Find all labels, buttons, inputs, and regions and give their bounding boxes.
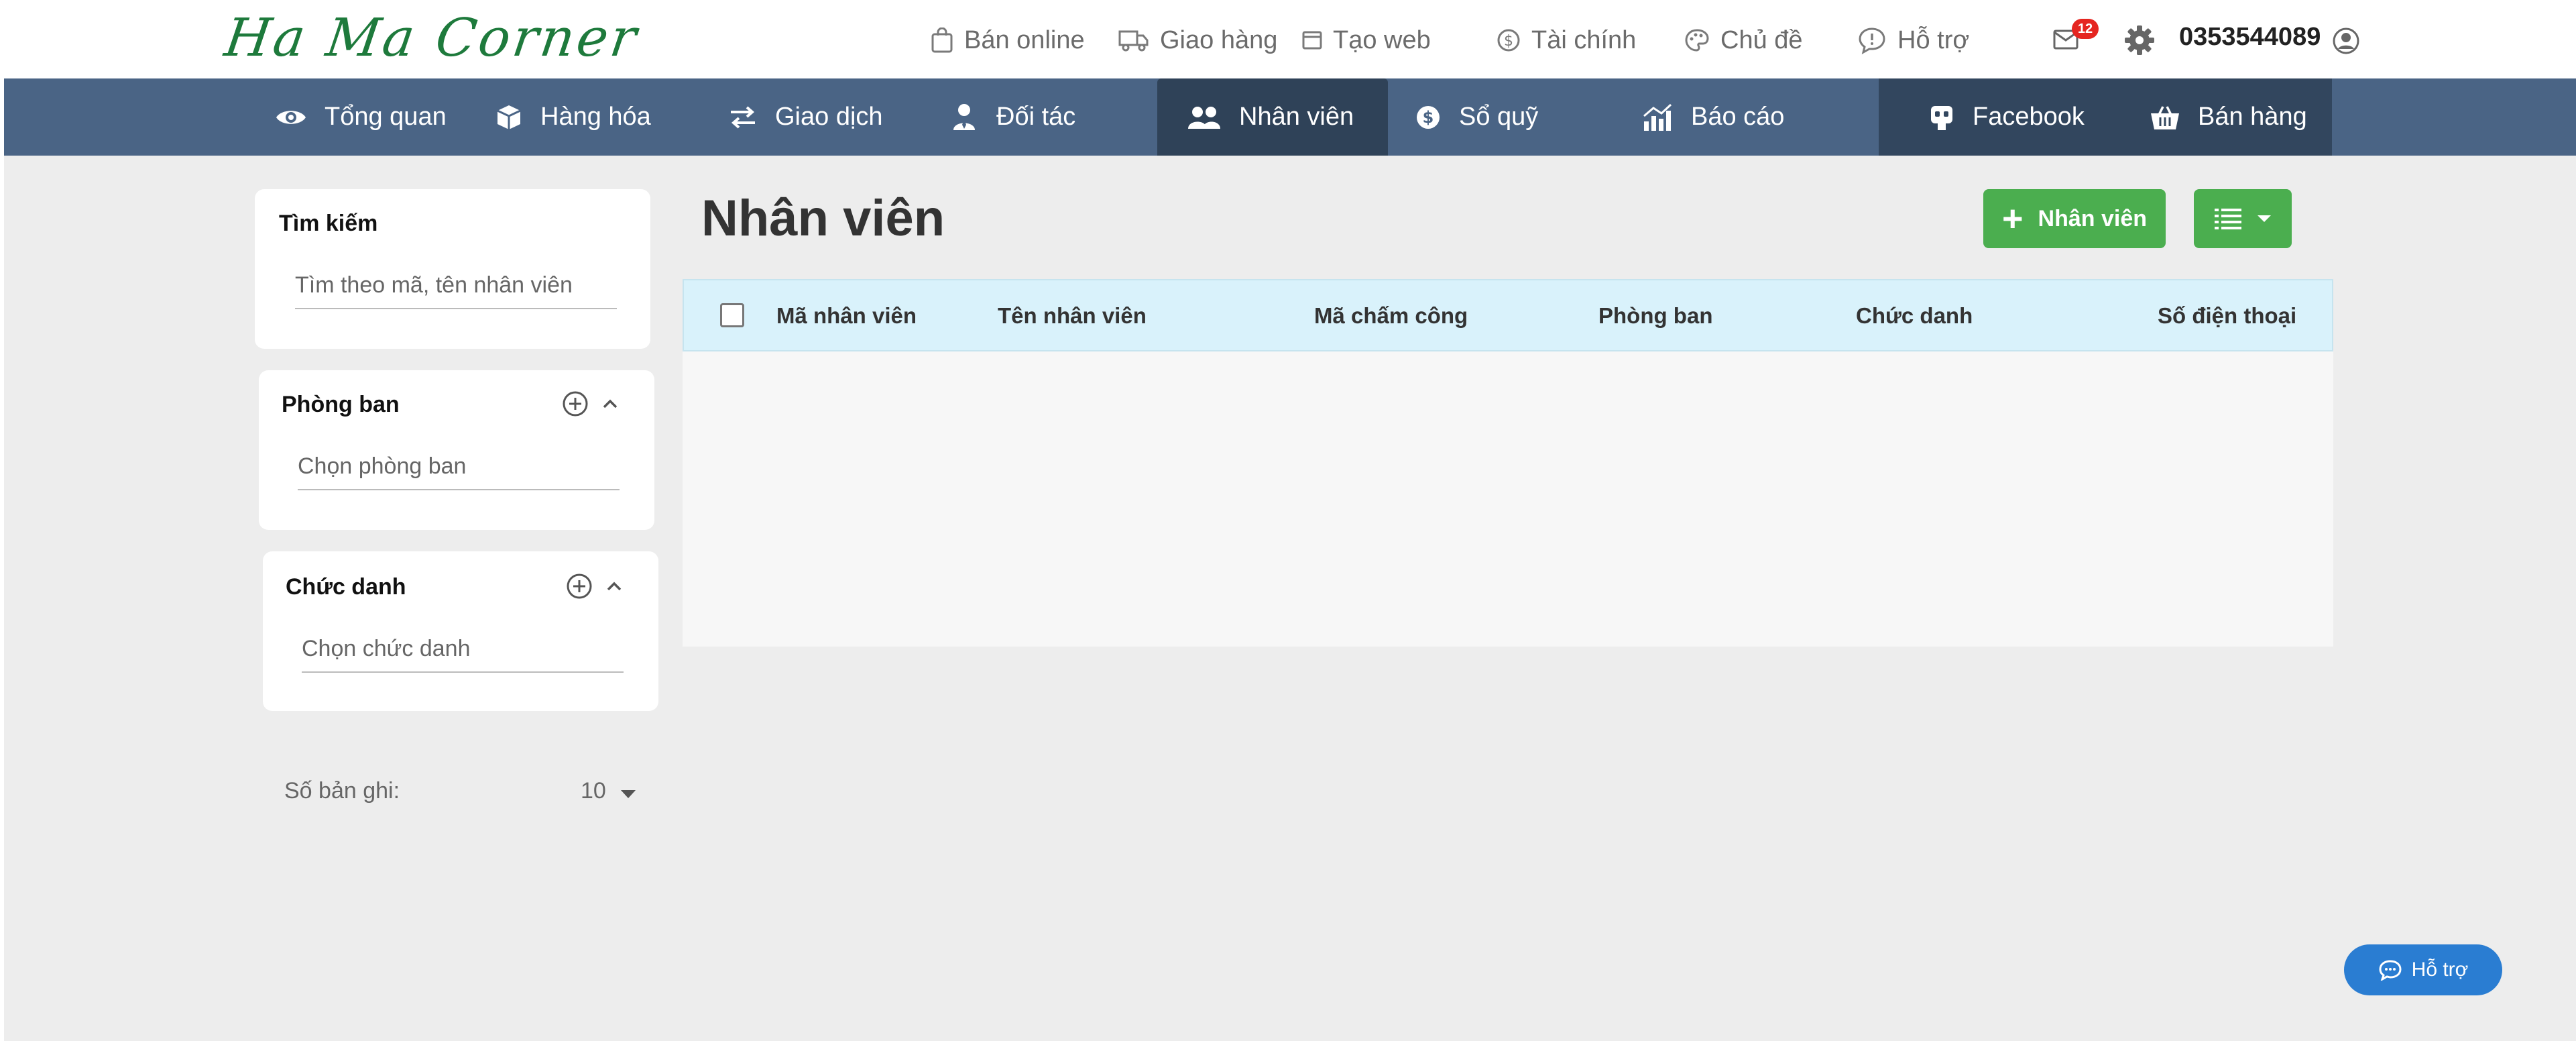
nav-label: Hàng hóa bbox=[540, 103, 651, 131]
top-link-label: Tài chính bbox=[1531, 25, 1637, 54]
nav-label: Giao dịch bbox=[775, 103, 883, 131]
department-card-title: Phòng ban bbox=[282, 392, 400, 417]
top-link-giao-hang[interactable]: Giao hàng bbox=[1118, 23, 1277, 58]
nav-giao-dich[interactable]: Giao dịch bbox=[728, 78, 883, 156]
column-chuc-danh[interactable]: Chức danh bbox=[1856, 303, 1973, 329]
partner-user-icon bbox=[953, 103, 975, 130]
bar-chart-icon bbox=[1643, 103, 1672, 131]
position-select[interactable]: Chọn chức danh bbox=[302, 636, 624, 673]
nav-hang-hoa[interactable]: Hàng hóa bbox=[495, 78, 651, 156]
mail-button[interactable]: 12 bbox=[2053, 19, 2099, 55]
gear-icon[interactable] bbox=[2123, 24, 2156, 56]
chat-alert-icon bbox=[1859, 28, 1885, 54]
select-all-checkbox[interactable] bbox=[720, 303, 744, 327]
main-content: Tìm kiếm Tìm theo mã, tên nhân viên Phòn… bbox=[4, 156, 2576, 1041]
nav-label: Tổng quan bbox=[325, 103, 447, 131]
swap-arrows-icon bbox=[731, 105, 755, 129]
nav-ban-hang[interactable]: Bán hàng bbox=[2150, 78, 2307, 156]
user-avatar-icon[interactable] bbox=[2332, 27, 2360, 55]
nav-doi-tac[interactable]: Đối tác bbox=[949, 78, 1075, 156]
svg-text:$: $ bbox=[1504, 33, 1513, 50]
top-link-label: Tạo web bbox=[1333, 25, 1431, 54]
add-position-icon[interactable] bbox=[566, 573, 593, 600]
caret-down-icon[interactable] bbox=[620, 789, 637, 800]
add-employee-label: Nhân viên bbox=[2038, 205, 2148, 231]
nav-nhan-vien[interactable]: Nhân viên bbox=[1157, 78, 1388, 156]
position-card-title: Chức danh bbox=[286, 574, 406, 600]
page-title: Nhân viên bbox=[701, 190, 945, 247]
main-nav: Tổng quan Hàng hóa Giao dịch Đối tác Nhâ… bbox=[4, 78, 2576, 156]
nav-label: Báo cáo bbox=[1691, 103, 1785, 131]
search-input[interactable]: Tìm theo mã, tên nhân viên bbox=[295, 272, 617, 309]
nav-label: Bán hàng bbox=[2198, 103, 2307, 131]
top-link-chu-de[interactable]: Chủ đề bbox=[1684, 23, 1803, 58]
column-ten-nhan-vien[interactable]: Tên nhân viên bbox=[998, 303, 1147, 329]
top-link-ban-online[interactable]: Bán online bbox=[931, 23, 1085, 58]
box-icon bbox=[497, 105, 521, 129]
users-icon bbox=[1188, 106, 1220, 129]
column-so-dien-thoai[interactable]: Số điện thoại bbox=[2158, 303, 2296, 329]
nav-tong-quan[interactable]: Tổng quan bbox=[275, 78, 447, 156]
records-per-page-select[interactable]: 10 bbox=[581, 778, 606, 804]
truck-icon bbox=[1118, 30, 1149, 52]
chevron-up-icon[interactable] bbox=[601, 394, 620, 413]
records-label: Số bản ghi: bbox=[284, 778, 400, 804]
eye-icon bbox=[276, 110, 306, 124]
department-select[interactable]: Chọn phòng ban bbox=[298, 453, 620, 490]
add-employee-button[interactable]: + Nhân viên bbox=[1983, 189, 2166, 248]
support-chat-button[interactable]: Hỗ trợ bbox=[2344, 944, 2502, 995]
column-phong-ban[interactable]: Phòng ban bbox=[1598, 303, 1712, 329]
table-body-empty bbox=[683, 351, 2333, 647]
dollar-circle-icon: $ bbox=[1497, 29, 1520, 52]
top-link-tai-chinh[interactable]: $ Tài chính bbox=[1497, 23, 1636, 58]
top-header: Ha Ma Corner Bán online Giao hàng Tạo we… bbox=[0, 0, 2576, 78]
caret-down-icon bbox=[2258, 215, 2271, 222]
top-link-label: Bán online bbox=[964, 25, 1085, 54]
nav-facebook[interactable]: Facebook bbox=[1928, 78, 2085, 156]
facebook-bot-icon bbox=[1931, 105, 1952, 130]
top-link-label: Giao hàng bbox=[1160, 25, 1278, 54]
plus-icon: + bbox=[2001, 199, 2024, 239]
nav-label: Đối tác bbox=[996, 103, 1076, 131]
account-phone[interactable]: 0353544089 bbox=[2179, 23, 2321, 52]
nav-bao-cao[interactable]: Báo cáo bbox=[1641, 78, 1784, 156]
column-ma-cham-cong[interactable]: Mã chấm công bbox=[1314, 303, 1468, 329]
support-chat-label: Hỗ trợ bbox=[2411, 958, 2469, 981]
mail-count-badge: 12 bbox=[2072, 19, 2099, 39]
top-link-label: Chủ đề bbox=[1720, 25, 1803, 54]
table-header: Mã nhân viên Tên nhân viên Mã chấm công … bbox=[683, 279, 2333, 351]
column-ma-nhan-vien[interactable]: Mã nhân viên bbox=[776, 303, 917, 329]
top-link-tao-web[interactable]: Tạo web bbox=[1302, 23, 1431, 58]
left-edge bbox=[0, 0, 4, 1041]
svg-text:$: $ bbox=[1423, 108, 1434, 127]
palette-icon bbox=[1685, 29, 1709, 52]
add-department-icon[interactable] bbox=[562, 390, 589, 417]
chat-bubble-icon bbox=[2379, 960, 2402, 981]
shopping-bag-icon bbox=[931, 28, 953, 53]
list-icon bbox=[2215, 209, 2241, 229]
nav-label: Sổ quỹ bbox=[1459, 103, 1539, 131]
search-card-title: Tìm kiếm bbox=[279, 211, 378, 236]
search-card: Tìm kiếm Tìm theo mã, tên nhân viên bbox=[255, 189, 650, 349]
chevron-up-icon[interactable] bbox=[605, 577, 624, 596]
position-card: Chức danh Chọn chức danh bbox=[263, 551, 658, 711]
nav-so-quy[interactable]: $ Sổ quỹ bbox=[1415, 78, 1538, 156]
column-options-button[interactable] bbox=[2194, 189, 2292, 248]
nav-label: Facebook bbox=[1973, 103, 2085, 131]
top-link-label: Hỗ trợ bbox=[1897, 25, 1970, 54]
coin-icon: $ bbox=[1417, 105, 1440, 129]
top-link-ho-tro[interactable]: Hỗ trợ bbox=[1857, 23, 1969, 58]
department-card: Phòng ban Chọn phòng ban bbox=[259, 370, 654, 530]
nav-label: Nhân viên bbox=[1239, 103, 1354, 131]
shopping-basket-icon bbox=[2151, 105, 2179, 129]
browser-window-icon bbox=[1302, 31, 1322, 50]
